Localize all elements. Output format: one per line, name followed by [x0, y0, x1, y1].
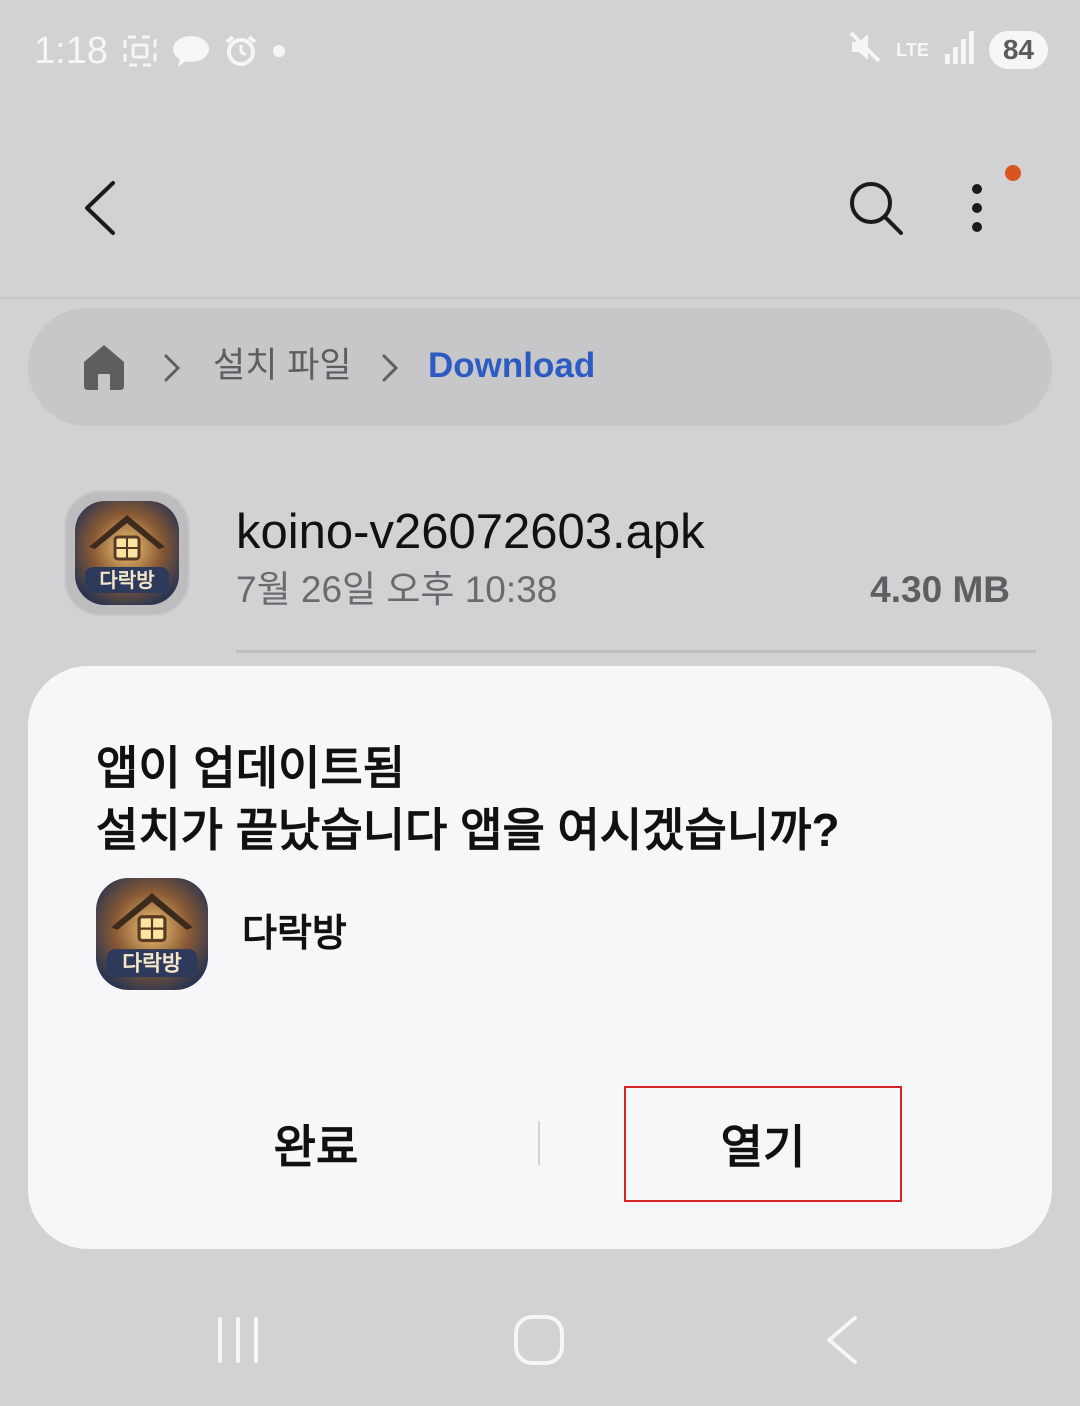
breadcrumb-home[interactable] [80, 342, 128, 392]
screen: 1:18 LTE 84 설치 파일 Download 다락방 koino-v26… [0, 0, 1080, 1406]
dialog-title: 앱이 업데이트됨 [96, 742, 406, 794]
app-bar-divider [0, 297, 1080, 299]
file-icon-text: 다락방 [99, 568, 155, 592]
search-button[interactable] [842, 174, 910, 242]
home-circle-icon [514, 1315, 564, 1365]
status-right-icons: LTE 84 [848, 30, 1048, 69]
done-button[interactable]: 완료 [176, 1086, 456, 1202]
file-app-icon: 다락방 [64, 490, 190, 616]
notification-dot [1005, 165, 1021, 181]
alarm-icon [224, 34, 258, 73]
chevron-right-icon [164, 354, 181, 382]
more-vertical-icon [972, 184, 982, 232]
dot-icon [272, 44, 286, 63]
status-bar: 1:18 LTE 84 [0, 0, 1080, 100]
breadcrumb: 설치 파일 Download [28, 308, 1052, 426]
breadcrumb-item-install-files[interactable]: 설치 파일 [213, 344, 352, 388]
home-icon [84, 345, 124, 390]
app-bar [0, 140, 1080, 280]
button-divider [538, 1121, 540, 1165]
back-arrow-icon [827, 1316, 857, 1364]
recent-apps-icon [218, 1317, 258, 1363]
dialog-message: 설치가 끝났습니다 앱을 여시겠습니까? [96, 804, 840, 856]
install-complete-dialog: 앱이 업데이트됨 설치가 끝났습니다 앱을 여시겠습니까? 다락방 다락방 완료… [28, 666, 1052, 1249]
more-options-button[interactable] [950, 174, 1004, 242]
chevron-left-icon [85, 181, 115, 235]
status-time: 1:18 [34, 30, 108, 72]
signal-icon [943, 30, 975, 69]
file-name: koino-v26072603.apk [236, 505, 705, 559]
attic-app-icon: 다락방 [75, 501, 179, 605]
navigation-bar [0, 1290, 1080, 1390]
search-icon [850, 182, 903, 235]
dialog-app-icon: 다락방 [96, 878, 208, 990]
nav-back-button[interactable] [816, 1310, 866, 1370]
network-label: LTE [896, 39, 929, 60]
mute-icon [848, 30, 882, 69]
back-button[interactable] [70, 170, 130, 246]
file-date: 7월 26일 오후 10:38 [236, 569, 558, 610]
chevron-right-icon [382, 354, 399, 382]
status-left-icons [122, 34, 286, 73]
file-size: 4.30 MB [870, 569, 1010, 610]
open-button[interactable]: 열기 [624, 1086, 902, 1202]
dialog-icon-text: 다락방 [122, 952, 182, 977]
talk-icon [172, 34, 210, 73]
recent-apps-button[interactable] [208, 1310, 268, 1370]
home-button[interactable] [508, 1310, 570, 1370]
dialog-app-name: 다락방 [242, 913, 347, 955]
breadcrumb-item-download[interactable]: Download [428, 344, 595, 388]
file-divider [236, 650, 1036, 653]
battery-indicator: 84 [988, 30, 1048, 69]
screenshot-icon [122, 34, 158, 73]
attic-app-icon: 다락방 [96, 878, 208, 990]
